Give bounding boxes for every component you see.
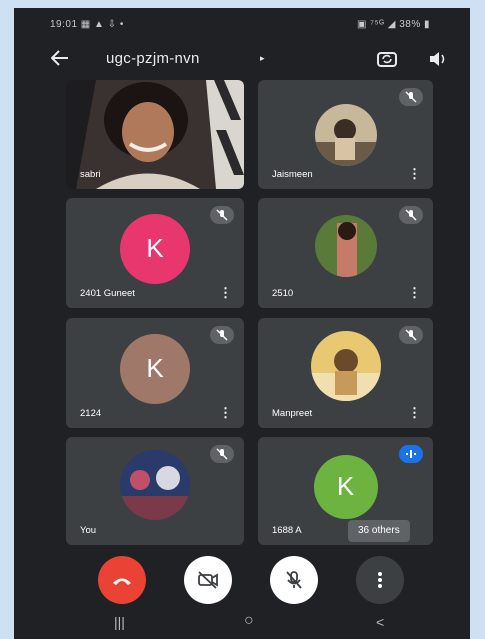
camera-off-icon[interactable] xyxy=(184,556,232,604)
participant-photo xyxy=(310,331,381,402)
participant-name: 2510 xyxy=(272,288,294,299)
participant-avatar: K xyxy=(120,213,190,284)
participant-photo xyxy=(314,103,377,166)
participant-name: Manpreet xyxy=(272,408,313,419)
participant-tile[interactable]: You xyxy=(66,437,244,545)
participant-tile[interactable]: K 2124 ⋮ xyxy=(66,318,244,428)
participant-name: 1688 A xyxy=(272,525,302,536)
meeting-code[interactable]: ugc-pzjm-nvn xyxy=(106,50,200,67)
more-options-icon[interactable]: ⋮ xyxy=(408,405,421,421)
mic-off-icon xyxy=(210,206,234,224)
mic-off-icon xyxy=(399,206,423,224)
participant-avatar: K xyxy=(120,333,190,404)
participant-tile[interactable]: 2510 ⋮ xyxy=(258,198,433,308)
back-arrow-icon[interactable] xyxy=(48,46,72,70)
participant-tile[interactable]: Jaismeen ⋮ xyxy=(258,80,433,189)
participant-name: sabri xyxy=(80,169,101,180)
more-options-icon[interactable]: ⋮ xyxy=(219,285,232,301)
mic-off-icon xyxy=(399,88,423,106)
mic-off-icon xyxy=(210,445,234,463)
others-count-chip[interactable]: 36 others xyxy=(348,520,410,542)
speaker-icon[interactable] xyxy=(427,48,449,70)
home-button[interactable]: ○ xyxy=(244,612,254,630)
more-options-icon[interactable]: ⋮ xyxy=(408,285,421,301)
mic-off-icon[interactable] xyxy=(270,556,318,604)
participant-name: Jaismeen xyxy=(272,169,313,180)
switch-camera-icon[interactable] xyxy=(376,48,398,70)
end-call-icon[interactable] xyxy=(98,556,146,604)
recents-button[interactable]: ||| xyxy=(114,614,125,630)
participant-tile[interactable]: sabri xyxy=(66,80,244,189)
participant-tile[interactable]: K 2401 Guneet ⋮ xyxy=(66,198,244,308)
meeting-screen: 19:01 ▦ ▲ ⇩ • ▣ ⁷⁵ᴳ ◢ 38% ▮ ugc-pzjm-nvn… xyxy=(14,8,470,639)
mic-off-icon xyxy=(399,326,423,344)
participant-name: 2401 Guneet xyxy=(80,288,135,299)
back-button[interactable]: < xyxy=(376,614,384,630)
participant-photo xyxy=(314,215,377,278)
participant-avatar: K xyxy=(313,454,378,519)
mic-off-icon xyxy=(210,326,234,344)
participant-tile[interactable]: Manpreet ⋮ xyxy=(258,318,433,428)
top-bar: ugc-pzjm-nvn ▸ xyxy=(14,44,470,80)
speaking-indicator-icon xyxy=(399,445,423,463)
status-left: 19:01 ▦ ▲ ⇩ • xyxy=(50,19,124,30)
more-vert-icon[interactable] xyxy=(356,556,404,604)
status-right: ▣ ⁷⁵ᴳ ◢ 38% ▮ xyxy=(357,19,430,30)
participant-name: You xyxy=(80,525,97,536)
status-bar: 19:01 ▦ ▲ ⇩ • ▣ ⁷⁵ᴳ ◢ 38% ▮ xyxy=(14,8,470,38)
meeting-details-caret[interactable]: ▸ xyxy=(260,53,265,64)
participant-photo xyxy=(120,449,190,520)
more-options-icon[interactable]: ⋮ xyxy=(408,166,421,182)
more-options-icon[interactable]: ⋮ xyxy=(219,405,232,421)
participant-name: 2124 xyxy=(80,408,102,419)
